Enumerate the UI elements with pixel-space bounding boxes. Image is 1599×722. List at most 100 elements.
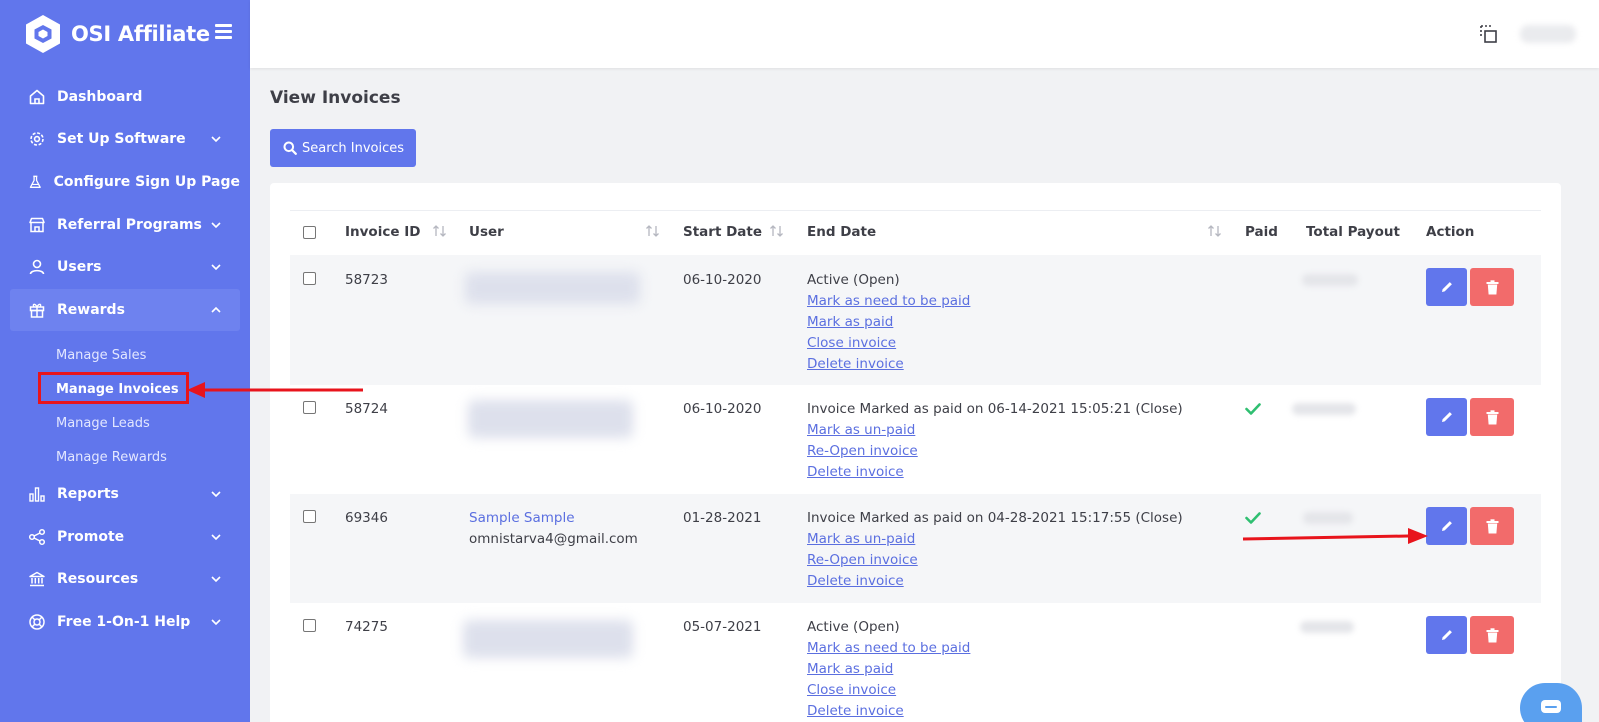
total-payout-redacted [1303,512,1353,524]
invoice-status: Active (Open) [807,619,900,635]
sort-icon[interactable] [1207,224,1223,238]
invoice-id: 69346 [345,510,388,526]
mark-paid-link[interactable]: Mark as paid [807,661,893,677]
sidebar-item-set-up-software[interactable]: Set Up Software [10,118,240,160]
edit-button[interactable] [1426,616,1467,654]
edit-button[interactable] [1426,507,1467,545]
sidebar-item-promote[interactable]: Promote [10,516,240,558]
gear-icon [30,132,44,146]
invoice-status: Active (Open) [807,272,900,288]
store-icon [29,217,45,233]
sidebar-item-free-help[interactable]: Free 1-On-1 Help [10,601,240,643]
share-icon [28,528,46,546]
select-all-checkbox[interactable] [303,226,316,239]
mark-need-paid-link[interactable]: Mark as need to be paid [807,640,970,656]
sidebar-item-users[interactable]: Users [10,246,240,288]
pencil-icon [1441,521,1452,531]
total-payout-redacted [1300,621,1354,633]
delete-invoice-link[interactable]: Delete invoice [807,703,904,719]
fullscreen-icon[interactable] [1479,24,1499,44]
gift-icon [29,303,45,318]
sidebar-item-reports[interactable]: Reports [10,473,240,515]
total-payout-redacted [1302,274,1358,286]
chat-widget-button[interactable] [1520,683,1582,722]
mark-need-paid-link[interactable]: Mark as need to be paid [807,293,970,309]
delete-button[interactable] [1470,268,1514,306]
menu-toggle-icon[interactable] [215,24,232,40]
sidebar-subitem-manage-leads[interactable]: Manage Leads [56,412,150,434]
sidebar-subitem-manage-rewards[interactable]: Manage Rewards [56,446,167,468]
close-invoice-link[interactable]: Close invoice [807,682,896,698]
sidebar-item-resources[interactable]: Resources [10,558,240,600]
invoice-id: 74275 [345,619,388,635]
chevron-down-icon [211,264,221,271]
sidebar-item-label: Users [57,259,102,275]
pencil-icon [1441,412,1452,422]
sidebar: OSI Affiliate Dashboard Set Up Software … [0,0,250,722]
mark-paid-link[interactable]: Mark as paid [807,314,893,330]
trash-icon [1486,279,1498,294]
sidebar-item-label: Rewards [57,302,125,318]
search-invoices-label: Search Invoices [302,140,405,156]
sidebar-item-label: Configure Sign Up Page [53,174,240,190]
topbar [250,0,1599,68]
row-checkbox[interactable] [303,619,316,632]
user-name-link[interactable]: Sample Sample [469,510,575,526]
user-redacted [463,620,633,658]
sort-icon[interactable] [432,224,448,238]
flask-icon [29,175,41,188]
reopen-invoice-link[interactable]: Re-Open invoice [807,552,918,568]
search-invoices-button[interactable]: Search Invoices [270,129,416,167]
trash-icon [1486,627,1498,642]
column-header-end-date[interactable]: End Date [807,224,876,240]
chevron-down-icon [211,136,221,143]
sidebar-item-label: Resources [57,571,139,587]
edit-button[interactable] [1426,398,1467,436]
lifebuoy-icon [29,614,45,630]
start-date: 05-07-2021 [683,619,762,635]
sidebar-item-label: Promote [57,529,125,545]
chevron-down-icon [211,576,221,583]
delete-button[interactable] [1470,398,1514,436]
sidebar-item-dashboard[interactable]: Dashboard [10,76,240,118]
bank-icon [29,571,45,587]
mark-unpaid-link[interactable]: Mark as un-paid [807,531,915,547]
mark-unpaid-link[interactable]: Mark as un-paid [807,422,915,438]
delete-button[interactable] [1470,616,1514,654]
sidebar-item-rewards[interactable]: Rewards [10,289,240,331]
search-icon [283,141,297,155]
column-header-start-date[interactable]: Start Date [683,224,762,240]
delete-button[interactable] [1470,507,1514,545]
sidebar-item-label: Reports [57,486,119,502]
sort-icon[interactable] [645,224,661,238]
trash-icon [1486,518,1498,533]
user-menu[interactable] [1520,25,1576,43]
total-payout-redacted [1292,403,1356,415]
reopen-invoice-link[interactable]: Re-Open invoice [807,443,918,459]
row-checkbox[interactable] [303,510,316,523]
edit-button[interactable] [1426,268,1467,306]
row-checkbox[interactable] [303,401,316,414]
chevron-down-icon [211,491,221,498]
column-header-action: Action [1426,224,1475,240]
sidebar-item-label: Free 1-On-1 Help [57,614,191,630]
column-header-user[interactable]: User [469,224,504,240]
brand[interactable]: OSI Affiliate [24,14,210,54]
delete-invoice-link[interactable]: Delete invoice [807,356,904,372]
chevron-down-icon [211,534,221,541]
row-checkbox[interactable] [303,272,316,285]
user-icon [29,259,45,275]
user-redacted [468,400,633,438]
delete-invoice-link[interactable]: Delete invoice [807,464,904,480]
close-invoice-link[interactable]: Close invoice [807,335,896,351]
invoice-status: Invoice Marked as paid on 04-28-2021 15:… [807,510,1183,526]
sidebar-item-referral-programs[interactable]: Referral Programs [10,204,240,246]
sort-icon[interactable] [769,224,785,238]
sidebar-subitem-manage-sales[interactable]: Manage Sales [56,344,146,366]
delete-invoice-link[interactable]: Delete invoice [807,573,904,589]
column-header-invoice-id[interactable]: Invoice ID [345,224,420,240]
page-title: View Invoices [270,88,401,108]
chevron-up-icon [211,306,221,313]
table-top-border [290,210,1541,211]
sidebar-item-configure-sign-up[interactable]: Configure Sign Up Page [10,161,240,203]
